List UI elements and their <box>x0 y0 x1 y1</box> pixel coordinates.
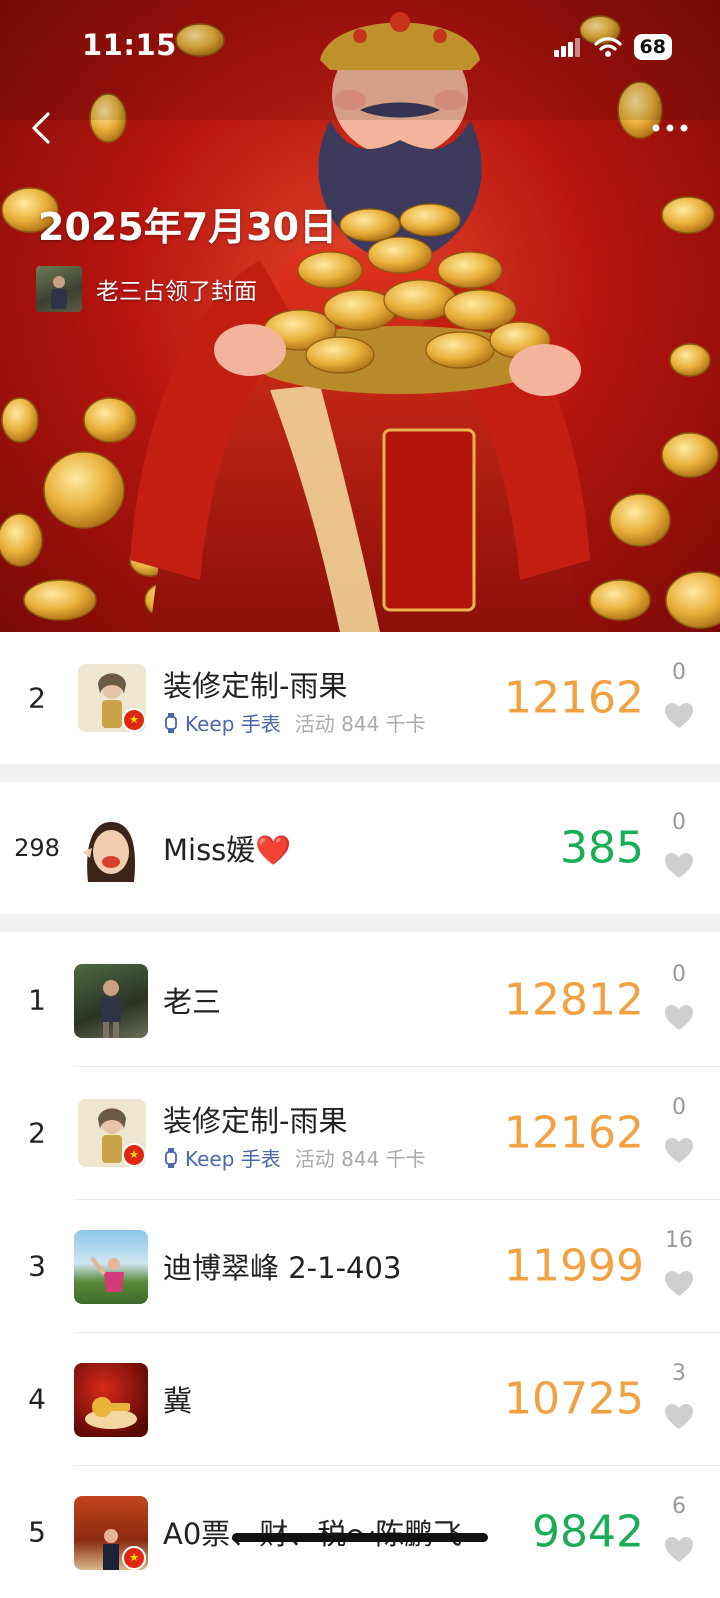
heart-icon[interactable] <box>664 1137 694 1165</box>
cover-owner-text: 老三占领了封面 <box>96 279 257 305</box>
pinned-row-self[interactable]: 2 ★ 装修定制-雨果 Keep 手表 活动 844 千卡 12162 0 <box>0 632 720 764</box>
step-count: 11999 <box>504 1240 644 1292</box>
home-indicator[interactable] <box>232 1533 488 1542</box>
cover-owner[interactable]: 老三占领了封面 <box>36 266 257 312</box>
cover-banner: 11:15 68 2025年7月30日 老三占领了封面 <box>0 0 720 632</box>
heart-icon[interactable] <box>664 852 694 880</box>
user-name: 装修定制-雨果 <box>163 1104 348 1138</box>
section-gap <box>0 764 720 782</box>
user-name: 迪博翠峰 2-1-403 <box>163 1251 402 1285</box>
wifi-icon <box>593 37 622 57</box>
avatar[interactable] <box>74 964 148 1038</box>
device-label: Keep 手表 <box>163 708 281 737</box>
status-time: 11:15 <box>82 28 177 62</box>
rank-number: 3 <box>28 1249 46 1283</box>
rank-number: 298 <box>14 834 60 862</box>
like-count: 0 <box>672 810 686 835</box>
heart-icon[interactable] <box>664 1270 694 1298</box>
china-flag-badge-icon: ★ <box>122 708 146 732</box>
heart-icon[interactable] <box>664 1004 694 1032</box>
step-count: 12162 <box>504 1107 644 1159</box>
step-count: 9842 <box>532 1506 644 1558</box>
user-name: 冀 <box>163 1384 193 1418</box>
page-title: 2025年7月30日 <box>38 205 338 249</box>
status-icons: 68 <box>553 34 672 60</box>
pinned-row-viewer[interactable]: 298 Miss媛❤️ 385 0 <box>0 782 720 914</box>
watch-icon <box>165 1147 177 1168</box>
calories-text: 活动 844 千卡 <box>294 712 426 736</box>
rank-number: 2 <box>28 681 46 715</box>
step-count: 385 <box>560 822 644 874</box>
step-count: 10725 <box>504 1373 644 1425</box>
china-flag-badge-icon: ★ <box>122 1546 146 1570</box>
step-count: 12162 <box>504 672 644 724</box>
heart-icon[interactable] <box>664 1403 694 1431</box>
avatar[interactable] <box>74 812 148 886</box>
more-dots-icon <box>652 124 688 132</box>
user-name: Miss媛❤️ <box>163 833 292 867</box>
leaderboard-row[interactable]: 2 ★ 装修定制-雨果 Keep 手表 活动 844 千卡 12162 0 <box>0 1067 720 1199</box>
more-button[interactable] <box>648 110 692 146</box>
like-count: 3 <box>672 1361 686 1386</box>
calories-text: 活动 844 千卡 <box>294 1147 426 1171</box>
user-name: 老三 <box>163 985 222 1019</box>
leaderboard-row[interactable]: 1 老三 12812 0 <box>0 934 720 1066</box>
watch-icon <box>165 712 177 733</box>
china-flag-badge-icon: ★ <box>122 1143 146 1167</box>
back-button[interactable] <box>22 104 66 152</box>
chevron-left-icon <box>32 112 50 144</box>
rank-number: 4 <box>28 1382 46 1416</box>
like-count: 0 <box>672 1095 686 1120</box>
avatar[interactable] <box>74 1363 148 1437</box>
rank-number: 2 <box>28 1116 46 1150</box>
device-name: Keep 手表 <box>185 1147 281 1171</box>
activity-info: Keep 手表 活动 844 千卡 <box>163 1143 426 1172</box>
heart-icon[interactable] <box>664 1536 694 1564</box>
avatar[interactable] <box>74 1230 148 1304</box>
section-gap <box>0 914 720 932</box>
like-count: 0 <box>672 660 686 685</box>
heart-icon[interactable] <box>664 702 694 730</box>
like-count: 6 <box>672 1494 686 1519</box>
fortune-god-illustration <box>0 0 720 632</box>
like-count: 0 <box>672 962 686 987</box>
user-name: 装修定制-雨果 <box>163 669 348 703</box>
signal-icon <box>553 38 580 57</box>
device-label: Keep 手表 <box>163 1143 281 1172</box>
user-name: A0票、财、税～陈鹏飞 <box>163 1511 462 1553</box>
rank-number: 5 <box>28 1515 46 1549</box>
leaderboard-row[interactable]: 3 迪博翠峰 2-1-403 11999 16 <box>0 1200 720 1332</box>
rank-number: 1 <box>28 983 46 1017</box>
step-count: 12812 <box>504 974 644 1026</box>
activity-info: Keep 手表 活动 844 千卡 <box>163 708 426 737</box>
device-name: Keep 手表 <box>185 712 281 736</box>
leaderboard-row[interactable]: 4 冀 10725 3 <box>0 1333 720 1465</box>
cover-owner-avatar <box>36 266 82 312</box>
battery-level: 68 <box>633 34 672 60</box>
leaderboard-row[interactable]: 5 ★ A0票、财、税～陈鹏飞 9842 6 <box>0 1466 720 1598</box>
like-count: 16 <box>665 1228 693 1253</box>
